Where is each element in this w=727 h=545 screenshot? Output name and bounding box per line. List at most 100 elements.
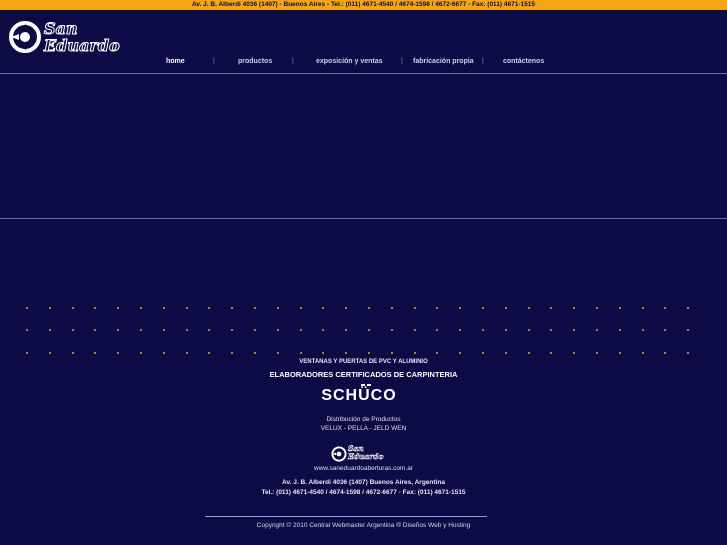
decorative-dot <box>550 352 553 354</box>
decorative-dot <box>618 329 621 331</box>
decorative-dot <box>71 329 74 331</box>
decorative-dot <box>345 307 348 309</box>
decorative-dot <box>322 329 325 331</box>
schuco-logo-text: SCHÜCO <box>321 385 396 404</box>
decorative-dot <box>459 307 462 309</box>
decorative-dot <box>482 329 484 331</box>
footer-logo[interactable]: San Eduardo <box>331 444 401 464</box>
decorative-dot <box>527 329 530 331</box>
content-divider <box>0 218 727 219</box>
decorative-dot <box>185 307 188 309</box>
schuco-logo-icon: SCHÜCO <box>321 384 396 404</box>
decorative-dot <box>185 329 188 331</box>
decorative-dot <box>276 352 279 354</box>
decorative-dot <box>390 329 393 331</box>
decorative-dot <box>345 352 348 354</box>
nav-item-home[interactable]: home <box>166 58 185 65</box>
decorative-dot <box>596 329 598 331</box>
decorative-dot <box>413 352 416 354</box>
decorative-dot <box>596 352 598 354</box>
decorative-dot <box>117 307 120 309</box>
decorative-dot <box>436 307 439 309</box>
logo-line-2: Eduardo <box>44 36 121 55</box>
decorative-dot <box>550 307 553 309</box>
decorative-dot <box>641 307 644 309</box>
decorative-dot <box>71 352 74 354</box>
decorative-dot <box>94 329 97 331</box>
nav-separator: | <box>213 58 215 65</box>
nav-separator: | <box>482 58 484 65</box>
decorative-dot <box>504 329 507 331</box>
decorative-dot <box>641 329 644 331</box>
decorative-dot <box>618 352 621 354</box>
decorative-dot <box>276 307 279 309</box>
decorative-dot <box>48 329 51 331</box>
decorative-dot <box>254 329 256 331</box>
decorative-dot <box>573 329 576 331</box>
nav-item-fabricacion-propia[interactable]: fabricación propia <box>413 58 474 65</box>
decorative-dot <box>208 329 211 331</box>
nav-item-productos[interactable]: productos <box>238 58 272 65</box>
decorative-dot <box>299 329 302 331</box>
decorative-dot <box>573 352 576 354</box>
logo-line-1: San <box>44 19 79 38</box>
decorative-dot <box>254 352 256 354</box>
decorative-dot <box>94 307 97 309</box>
footer-address: Av. J. B. Alberdi 4036 (1407) Buenos Air… <box>282 479 445 486</box>
site-logo[interactable]: San Eduardo <box>8 20 128 58</box>
decorative-dot <box>345 329 348 331</box>
decorative-dot <box>48 352 51 354</box>
decorative-dot <box>413 307 416 309</box>
decorative-dot <box>322 307 325 309</box>
decorative-dot <box>231 352 234 354</box>
decorative-dot <box>231 307 234 309</box>
decorative-dot <box>550 329 553 331</box>
copyright-text[interactable]: Copyright © 2010 Central Webmaster Argen… <box>0 522 727 529</box>
decorative-dot <box>413 329 416 331</box>
decorative-dot <box>527 352 530 354</box>
decorative-dot <box>436 329 439 331</box>
decorative-dot <box>664 352 667 354</box>
decorative-dot <box>71 307 74 309</box>
footer-logo-wordmark: San Eduardo <box>348 444 384 461</box>
decorative-dot <box>596 307 598 309</box>
decorative-dot <box>459 329 462 331</box>
decorative-dot <box>641 352 644 354</box>
decorative-dot <box>687 329 690 331</box>
decorative-dot <box>482 307 484 309</box>
decorative-dot <box>117 329 120 331</box>
footer-phones: Tel.: (011) 4671-4540 / 4674-1598 / 4672… <box>261 489 466 496</box>
nav-item-exposicion-y-ventas[interactable]: exposición y ventas <box>316 58 383 65</box>
footer-divider <box>205 516 487 517</box>
decorative-dot <box>573 307 576 309</box>
top-contact-bar: Av. J. B. Alberdi 4036 (1407) - Buenos A… <box>0 0 727 10</box>
decorative-dot <box>618 307 621 309</box>
distribution-brands: VELUX - PELLA - JELD WEN <box>320 425 407 432</box>
header-divider <box>0 73 727 74</box>
footer-logo-line-2: Eduardo <box>348 452 384 461</box>
decorative-dot <box>322 352 325 354</box>
decorative-dot <box>208 307 211 309</box>
nav-item-contactenos[interactable]: contáctenos <box>503 58 544 65</box>
logo-wordmark: San Eduardo <box>44 19 121 55</box>
website-link[interactable]: www.saneduardoaberturas.com.ar <box>0 465 727 472</box>
decorative-dot <box>504 352 507 354</box>
decorative-dot <box>664 329 667 331</box>
nav-separator: | <box>401 58 403 65</box>
footer-logo-emblem-icon <box>331 446 347 462</box>
decorative-dot <box>185 352 188 354</box>
decorative-dot <box>94 352 97 354</box>
decorative-dot <box>368 352 370 354</box>
logo-emblem-icon <box>9 21 41 53</box>
top-contact-text: Av. J. B. Alberdi 4036 (1407) - Buenos A… <box>191 1 535 8</box>
dot-pattern <box>0 300 727 360</box>
decorative-dot <box>162 329 165 331</box>
decorative-dot <box>254 307 256 309</box>
decorative-dot <box>368 329 370 331</box>
decorative-dot <box>436 352 439 354</box>
schuco-logo[interactable]: SCHÜCO <box>309 384 409 404</box>
decorative-dot <box>299 307 302 309</box>
decorative-dot <box>26 307 28 309</box>
decorative-dot <box>482 352 484 354</box>
decorative-dot <box>527 307 530 309</box>
